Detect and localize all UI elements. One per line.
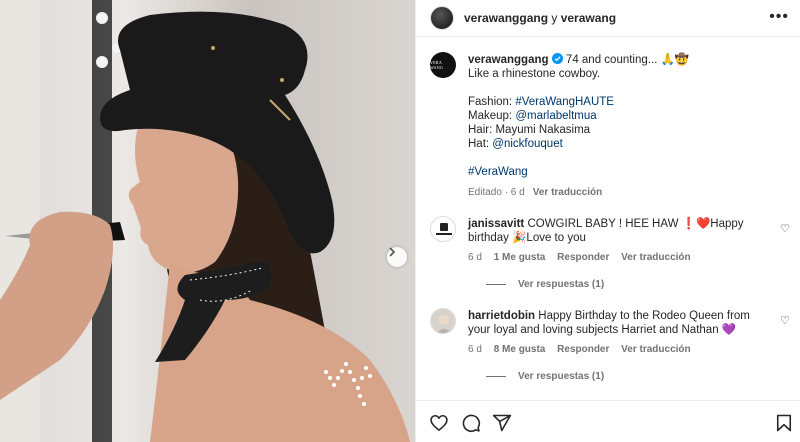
comment-button[interactable] bbox=[461, 413, 481, 433]
caption-username[interactable]: verawanggang bbox=[468, 54, 549, 66]
more-horizontal-icon[interactable]: ••• bbox=[769, 8, 789, 26]
post-details-panel: verawanggang y verawang ••• VERA WANG ve… bbox=[415, 0, 800, 442]
caption-line-1: 74 and counting... 🙏🤠 bbox=[562, 54, 690, 66]
makeup-label: Makeup: bbox=[468, 110, 516, 122]
avatar-photo-icon bbox=[431, 309, 455, 333]
commenter-avatar[interactable] bbox=[430, 308, 456, 334]
comment-like-icon[interactable]: ♡ bbox=[780, 222, 790, 235]
comment-text: janissavitt COWGIRL BABY ! HEE HAW ❗❤️Ha… bbox=[468, 217, 772, 245]
comment-likes-link[interactable]: 8 Me gusta bbox=[494, 344, 546, 355]
view-replies-label: Ver respuestas (1) bbox=[518, 371, 605, 382]
comment-reply-button[interactable]: Responder bbox=[557, 252, 609, 263]
comment-translate-link[interactable]: Ver traducción bbox=[621, 252, 690, 263]
comment-meta: 6 d 8 Me gusta Responder Ver traducción bbox=[468, 344, 700, 355]
makeup-mention-link[interactable]: @marlabeltmua bbox=[515, 110, 596, 122]
caption-meta: Editado · 6 d Ver traducción bbox=[468, 186, 790, 200]
author-avatar[interactable] bbox=[430, 6, 454, 30]
share-button[interactable] bbox=[492, 413, 512, 433]
post-header: verawanggang y verawang ••• bbox=[416, 0, 800, 37]
hat-label: Hat: bbox=[468, 138, 493, 150]
authors-separator: y bbox=[548, 11, 561, 25]
comment-time: 6 d bbox=[468, 252, 482, 263]
caption-edited-time: Editado · 6 d bbox=[468, 187, 525, 198]
next-photo-button[interactable] bbox=[387, 247, 407, 267]
hair-credit: Hair: Mayumi Nakasima bbox=[468, 124, 591, 136]
like-button[interactable] bbox=[429, 413, 449, 433]
heart-icon bbox=[430, 414, 448, 431]
owner-avatar-text: VERA WANG bbox=[430, 60, 444, 70]
share-icon bbox=[492, 414, 512, 432]
comment-username[interactable]: harrietdobin bbox=[468, 310, 535, 322]
post-action-bar bbox=[416, 400, 800, 442]
view-replies-button[interactable]: Ver respuestas (1) bbox=[486, 279, 604, 290]
comment-like-icon[interactable]: ♡ bbox=[780, 314, 790, 327]
comment-meta: 6 d 1 Me gusta Responder Ver traducción bbox=[468, 252, 700, 263]
comment-reply-button[interactable]: Responder bbox=[557, 344, 609, 355]
avatar-logo-icon bbox=[431, 217, 455, 241]
fashion-label: Fashion: bbox=[468, 96, 516, 108]
hat-mention-link[interactable]: @nickfouquet bbox=[492, 138, 563, 150]
replies-divider bbox=[486, 283, 506, 285]
caption-translate-link[interactable]: Ver traducción bbox=[533, 187, 602, 198]
photo-illustration bbox=[0, 0, 410, 442]
replies-divider bbox=[486, 375, 506, 377]
chevron-right-icon bbox=[389, 247, 396, 257]
fashion-hashtag-link[interactable]: #VeraWangHAUTE bbox=[515, 96, 614, 108]
caption-text: verawanggang 74 and counting... 🙏🤠 Like … bbox=[468, 53, 790, 200]
view-replies-button[interactable]: Ver respuestas (1) bbox=[486, 371, 604, 382]
view-replies-label: Ver respuestas (1) bbox=[518, 279, 605, 290]
comment-translate-link[interactable]: Ver traducción bbox=[621, 344, 690, 355]
verawang-hashtag-link[interactable]: #VeraWang bbox=[468, 166, 528, 178]
bookmark-icon bbox=[776, 414, 792, 432]
post-authors: verawanggang y verawang bbox=[464, 11, 616, 25]
comment-text: harrietdobin Happy Birthday to the Rodeo… bbox=[468, 309, 772, 337]
comment-time: 6 d bbox=[468, 344, 482, 355]
owner-avatar[interactable]: VERA WANG bbox=[430, 52, 456, 78]
comment-likes-link[interactable]: 1 Me gusta bbox=[494, 252, 546, 263]
comment-icon bbox=[462, 414, 481, 433]
author-username[interactable]: verawanggang bbox=[464, 11, 548, 25]
comment-username[interactable]: janissavitt bbox=[468, 218, 524, 230]
coauthor-username[interactable]: verawang bbox=[561, 11, 616, 25]
commenter-avatar[interactable] bbox=[430, 216, 456, 242]
caption-line-2: Like a rhinestone cowboy. bbox=[468, 68, 601, 80]
save-button[interactable] bbox=[774, 413, 794, 433]
verified-badge-icon bbox=[551, 53, 563, 64]
post-photo bbox=[0, 0, 415, 442]
